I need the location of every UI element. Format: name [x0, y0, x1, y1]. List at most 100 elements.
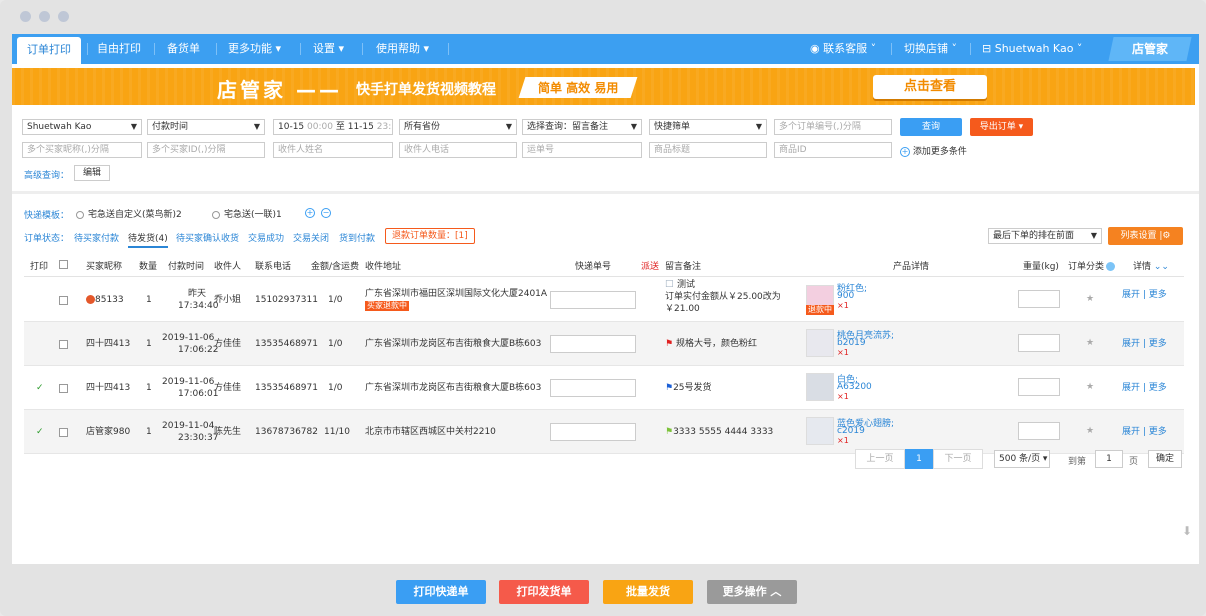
- recipient-phone-input[interactable]: 收件人电话: [399, 142, 517, 158]
- recipient-name-input[interactable]: 收件人姓名: [273, 142, 393, 158]
- express-option-2[interactable]: 宅急送(一联)1: [212, 207, 282, 220]
- product-thumbnail[interactable]: [806, 329, 834, 357]
- buyer-avatar-icon: [86, 295, 95, 304]
- row-checkbox[interactable]: [59, 384, 68, 393]
- star-icon[interactable]: ★: [1086, 382, 1094, 392]
- goto-page-input[interactable]: 1: [1095, 450, 1123, 468]
- tab-cod[interactable]: 货到付款: [339, 231, 375, 244]
- star-icon[interactable]: ★: [1086, 338, 1094, 348]
- tracking-input[interactable]: [550, 379, 636, 397]
- note-line-3: ￥21.00: [665, 304, 700, 314]
- print-express-button[interactable]: 打印快递单: [396, 580, 486, 604]
- quick-filter-select[interactable]: 快捷筛单 ▼: [649, 119, 767, 135]
- table-row[interactable]: ✓ 店管家980 1 2019-11-04 23:30:37 陈先生 13678…: [24, 410, 1184, 454]
- caret-down-icon: ▼: [630, 122, 637, 131]
- product-thumbnail[interactable]: [806, 417, 834, 445]
- add-more-conditions[interactable]: + 添加更多条件: [900, 144, 967, 157]
- prev-page-button[interactable]: 上一页: [855, 449, 905, 469]
- tab-success[interactable]: 交易成功: [248, 231, 284, 244]
- pay-time: 17:06:22: [178, 345, 219, 355]
- tab-closed[interactable]: 交易关闭: [293, 231, 329, 244]
- product-thumbnail[interactable]: [806, 373, 834, 401]
- date-range-input[interactable]: 10-15 00:00 至 11-15 23:59: [273, 119, 393, 135]
- express-option-1[interactable]: 宅急送自定义(菜鸟新)2: [76, 207, 182, 220]
- scroll-down-icon[interactable]: ⬇: [1182, 524, 1196, 538]
- product-title-input[interactable]: 商品标题: [649, 142, 767, 158]
- more-actions-button[interactable]: 更多操作 ︿: [707, 580, 797, 604]
- query-type-select[interactable]: 选择查询：留言备注 ▼: [522, 119, 642, 135]
- add-template-icon[interactable]: +: [305, 208, 315, 218]
- brand-label: 店管家: [1131, 42, 1168, 56]
- column-settings-button[interactable]: 列表设置 |⚙: [1108, 227, 1183, 245]
- row-actions[interactable]: 展开 | 更多: [1122, 380, 1167, 393]
- goto-confirm-button[interactable]: 确定: [1148, 450, 1182, 468]
- order-amount: 1/0: [328, 383, 343, 393]
- product-id-input[interactable]: 商品ID: [774, 142, 892, 158]
- user-menu[interactable]: ⊟ Shuetwah Kao ˅: [982, 34, 1082, 64]
- weight-input[interactable]: [1018, 378, 1060, 396]
- row-actions[interactable]: 展开 | 更多: [1122, 424, 1167, 437]
- nav-tab-order-print[interactable]: 订单打印: [17, 37, 81, 64]
- row-actions[interactable]: 展开 | 更多: [1122, 336, 1167, 349]
- nav-tab-help[interactable]: 使用帮助 ▾: [376, 34, 429, 64]
- nav-separator: [891, 43, 892, 55]
- batch-ship-button[interactable]: 批量发货: [603, 580, 693, 604]
- page-1-button[interactable]: 1: [905, 449, 933, 469]
- print-shipping-button[interactable]: 打印发货单: [499, 580, 589, 604]
- query-button[interactable]: 查询: [900, 118, 962, 136]
- tracking-input[interactable]: [550, 423, 636, 441]
- tracking-no-input[interactable]: 运单号: [522, 142, 642, 158]
- user-name: Shuetwah Kao: [994, 42, 1074, 55]
- next-page-button[interactable]: 下一页: [933, 449, 983, 469]
- row-checkbox[interactable]: [59, 340, 68, 349]
- weight-input[interactable]: [1018, 422, 1060, 440]
- switch-store[interactable]: 切换店铺 ˅: [904, 34, 957, 64]
- banner-title: 店管家 ——: [217, 78, 342, 102]
- order-no-input[interactable]: 多个订单编号(,)分隔: [774, 119, 892, 135]
- section-divider: [12, 191, 1199, 194]
- window-minimize-dot[interactable]: [39, 11, 50, 22]
- page-size-select[interactable]: 500 条/页 ▾: [994, 450, 1050, 468]
- buyer-nick-input[interactable]: 多个买家昵称(,)分隔: [22, 142, 142, 158]
- expand-all-icon[interactable]: ⌄⌄: [1154, 262, 1169, 272]
- info-icon[interactable]: [1106, 262, 1116, 271]
- tracking-input[interactable]: [550, 335, 636, 353]
- export-orders-button[interactable]: 导出订单 ▾: [970, 118, 1033, 136]
- promo-banner[interactable]: 店管家 —— 快手打单发货视频教程 简单 高效 易用 点击查看: [12, 68, 1195, 105]
- tab-await-confirm[interactable]: 待买家确认收货: [176, 231, 239, 244]
- weight-input[interactable]: [1018, 290, 1060, 308]
- tab-await-payment[interactable]: 待买家付款: [74, 231, 119, 244]
- switch-store-label: 切换店铺: [904, 42, 948, 55]
- table-row[interactable]: ✓ 四十四413 1 2019-11-06 17:06:01 方佳佳 13535…: [24, 366, 1184, 410]
- buyer-id-input[interactable]: 多个买家ID(,)分隔: [147, 142, 265, 158]
- table-row[interactable]: 四十四413 1 2019-11-06 17:06:22 方佳佳 1353546…: [24, 322, 1184, 366]
- tracking-input[interactable]: [550, 291, 636, 309]
- row-checkbox[interactable]: [59, 428, 68, 437]
- province-select[interactable]: 所有省份 ▼: [399, 119, 517, 135]
- row-actions[interactable]: 展开 | 更多: [1122, 287, 1167, 300]
- sort-select[interactable]: 最后下单的排在前面 ▼: [988, 228, 1102, 244]
- window-maximize-dot[interactable]: [58, 11, 69, 22]
- nav-tab-settings[interactable]: 设置 ▾: [313, 34, 344, 64]
- row-checkbox[interactable]: [59, 296, 68, 305]
- star-icon[interactable]: ★: [1086, 294, 1094, 304]
- refund-count-badge[interactable]: 退款订单数量：[1]: [385, 228, 475, 244]
- window-close-dot[interactable]: [20, 11, 31, 22]
- star-icon[interactable]: ★: [1086, 426, 1094, 436]
- remove-template-icon[interactable]: −: [321, 208, 331, 218]
- product-count: ×1: [837, 348, 849, 357]
- select-all-checkbox[interactable]: [59, 260, 68, 269]
- nav-tab-more-features[interactable]: 更多功能 ▾: [228, 34, 281, 64]
- edit-button[interactable]: 编辑: [74, 165, 110, 181]
- pay-time: 17:06:01: [178, 389, 219, 399]
- nav-tab-free-print[interactable]: 自由打印: [97, 34, 141, 64]
- weight-input[interactable]: [1018, 334, 1060, 352]
- tab-await-shipping[interactable]: 待发货(4): [128, 231, 168, 248]
- contact-service[interactable]: ◉ 联系客服 ˅: [810, 34, 876, 64]
- shop-select[interactable]: Shuetwah Kao ▼: [22, 119, 142, 135]
- nav-separator: [362, 43, 363, 55]
- nav-tab-stock-list[interactable]: 备货单: [167, 34, 200, 64]
- time-type-select[interactable]: 付款时间 ▼: [147, 119, 265, 135]
- table-row[interactable]: 85133 1 昨天 17:34:40 乔小姐 15102937311 1/0 …: [24, 278, 1184, 322]
- banner-cta-button[interactable]: 点击查看: [873, 75, 987, 99]
